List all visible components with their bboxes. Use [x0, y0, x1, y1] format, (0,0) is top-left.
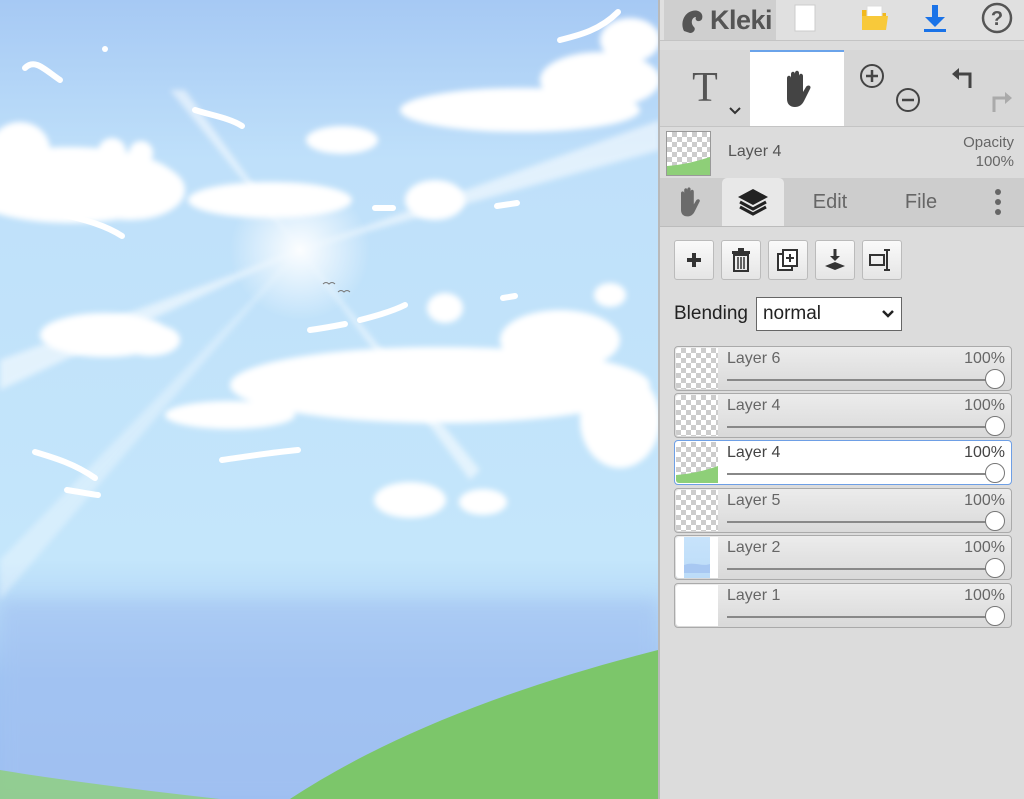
layer-name: Layer 6 — [727, 350, 781, 367]
more-vertical-icon — [995, 189, 1001, 215]
tab-layers[interactable] — [722, 178, 784, 226]
layer-thumbnail — [676, 348, 718, 389]
opacity-slider-handle[interactable] — [985, 558, 1005, 578]
tab-more[interactable] — [978, 178, 1018, 226]
blending-control: Blending normal — [674, 296, 902, 332]
zoom-buttons — [844, 50, 934, 126]
layer-opacity: 100% — [964, 350, 1005, 367]
svg-text:?: ? — [991, 8, 1003, 30]
new-image-icon — [794, 4, 816, 32]
blending-select[interactable]: normal — [755, 297, 902, 331]
undo-icon[interactable] — [948, 62, 978, 92]
zoom-in-icon[interactable] — [858, 62, 886, 90]
layer-thumbnail — [676, 537, 718, 578]
hand-tool-icon — [787, 70, 811, 107]
squirrel-logo-icon — [682, 10, 703, 33]
opacity-slider-handle[interactable] — [985, 511, 1005, 531]
add-layer-button[interactable] — [674, 240, 714, 280]
layer-thumbnail — [676, 585, 718, 626]
canvas-artwork — [0, 0, 658, 799]
opacity-slider-track[interactable] — [727, 616, 993, 618]
current-layer-opacity: Opacity 100% — [963, 133, 1014, 171]
open-button[interactable] — [852, 0, 898, 36]
tool-row: T — [660, 50, 1024, 127]
opacity-slider-handle[interactable] — [985, 606, 1005, 626]
layer-name: Layer 5 — [727, 492, 781, 509]
help-button[interactable]: ? — [974, 0, 1020, 36]
rename-layer-icon — [869, 249, 890, 271]
drawing-canvas[interactable] — [0, 0, 658, 799]
help-icon: ? — [981, 2, 1013, 34]
opacity-slider-track[interactable] — [727, 426, 993, 428]
download-button[interactable] — [912, 0, 958, 36]
layer-name: Layer 4 — [727, 397, 781, 414]
current-layer-thumbnail — [666, 131, 711, 176]
layer-item[interactable]: Layer 1 100% — [674, 583, 1012, 628]
layer-name: Layer 2 — [727, 539, 781, 556]
chevron-down-icon — [882, 310, 894, 318]
hand-tool-button[interactable] — [750, 50, 844, 126]
layer-opacity: 100% — [964, 539, 1005, 556]
opacity-slider-track[interactable] — [727, 521, 993, 523]
rename-layer-button[interactable] — [862, 240, 902, 280]
opacity-value: 100% — [975, 153, 1014, 170]
undo-redo-buttons — [934, 50, 1024, 126]
opacity-slider-handle[interactable] — [985, 463, 1005, 483]
layer-item[interactable]: Layer 5 100% — [674, 488, 1012, 533]
tab-edit[interactable]: Edit — [792, 178, 868, 226]
blending-label: Blending — [674, 303, 748, 324]
delete-layer-button[interactable] — [721, 240, 761, 280]
chevron-down-icon[interactable] — [728, 106, 742, 116]
duplicate-layer-icon — [777, 249, 798, 271]
zoom-out-icon[interactable] — [894, 86, 922, 114]
hand-icon — [681, 187, 700, 217]
opacity-slider-track[interactable] — [727, 568, 993, 570]
open-folder-icon — [862, 5, 888, 30]
opacity-slider-handle[interactable] — [985, 416, 1005, 436]
new-image-button[interactable] — [782, 0, 828, 36]
layers-icon — [738, 189, 768, 216]
download-icon — [924, 5, 946, 32]
layer-opacity: 100% — [964, 397, 1005, 414]
add-layer-icon — [687, 253, 701, 267]
kleki-logo[interactable]: Kleki — [664, 0, 776, 40]
side-panel: Kleki ? T Layer 4 Opacity 100% Edit File… — [658, 0, 1024, 799]
text-tool-icon: T — [692, 65, 718, 111]
app-name: Kleki — [710, 4, 773, 35]
layer-name: Layer 1 — [727, 587, 781, 604]
text-tool-button[interactable]: T — [660, 50, 750, 126]
layer-item[interactable]: Layer 6 100% — [674, 346, 1012, 391]
layer-opacity: 100% — [964, 444, 1005, 461]
opacity-label: Opacity — [963, 134, 1014, 151]
opacity-slider-track[interactable] — [727, 473, 993, 475]
tab-file[interactable]: File — [874, 178, 968, 226]
opacity-slider-handle[interactable] — [985, 369, 1005, 389]
delete-layer-icon — [732, 248, 750, 272]
layer-thumbnail — [676, 395, 718, 436]
merge-down-button[interactable] — [815, 240, 855, 280]
tab-hand[interactable] — [660, 178, 718, 226]
current-layer-name: Layer 4 — [728, 143, 782, 160]
opacity-slider-track[interactable] — [727, 379, 993, 381]
layer-item[interactable]: Layer 4 100% — [674, 393, 1012, 438]
layer-opacity: 100% — [964, 587, 1005, 604]
layer-opacity: 100% — [964, 492, 1005, 509]
layer-item[interactable]: Layer 2 100% — [674, 535, 1012, 580]
layer-item-selected[interactable]: Layer 4 100% — [674, 440, 1012, 485]
layer-thumbnail — [676, 442, 718, 483]
current-layer-info: Layer 4 Opacity 100% — [660, 128, 1024, 178]
layer-thumbnail — [676, 490, 718, 531]
merge-down-icon — [825, 249, 845, 270]
top-toolbar: Kleki ? — [660, 0, 1024, 41]
duplicate-layer-button[interactable] — [768, 240, 808, 280]
panel-tabs: Edit File — [660, 178, 1024, 227]
redo-icon[interactable] — [986, 86, 1016, 116]
blending-value: normal — [762, 303, 822, 324]
layer-name: Layer 4 — [727, 444, 781, 461]
